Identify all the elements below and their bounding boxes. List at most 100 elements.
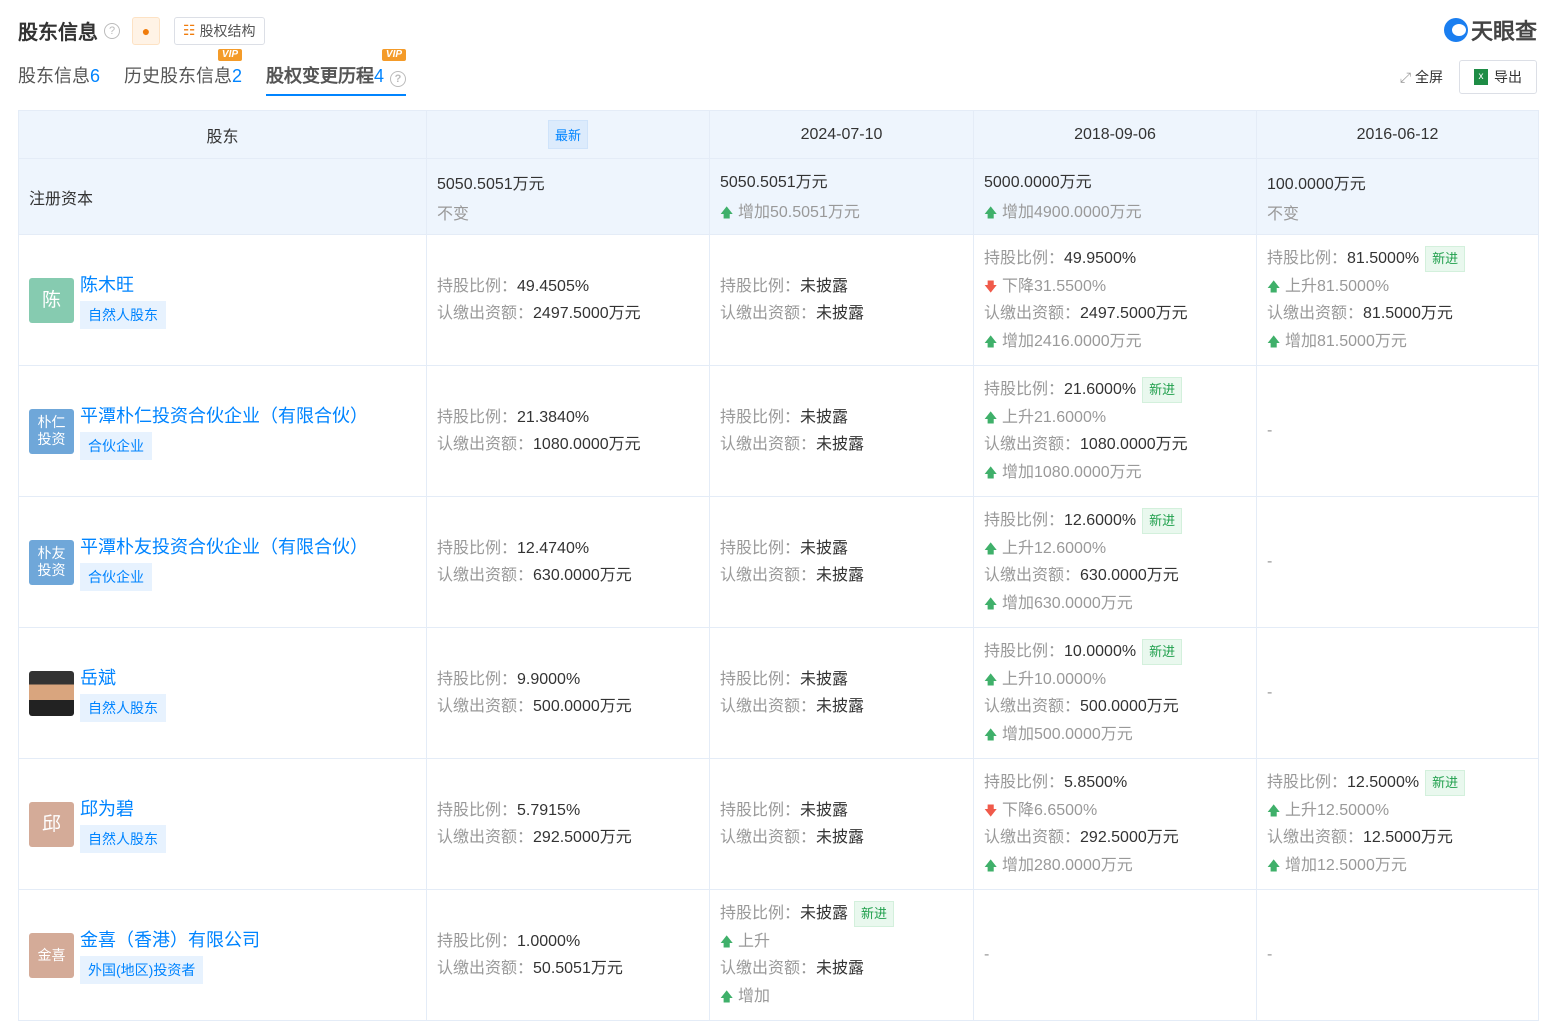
capital-change: 不变 — [1267, 200, 1538, 224]
holding-cell: 持股比例： 12.5000% 新进 🡅 上升12.5000% 认缴出资额： 12.5000万… — [1256, 758, 1539, 890]
holding-ratio: 持股比例： 49.4505% — [437, 273, 709, 301]
tab-1[interactable]: 历史股东信息2 VIP — [124, 49, 243, 96]
holding-cell: 持股比例： 未披露 认缴出资额： 未披露 — [709, 627, 974, 759]
change-text: 上升12.6000% — [1002, 539, 1107, 557]
holding-ratio: 持股比例： 12.6000% 新进 — [984, 507, 1256, 535]
field-value: 5.8500% — [1064, 774, 1128, 791]
holding-amount: 认缴出资额： 500.0000万元 — [984, 693, 1256, 721]
holding-amount: 认缴出资额： 1080.0000万元 — [984, 431, 1256, 459]
empty-value: - — [1267, 946, 1273, 963]
shareholder-info: 平潭朴仁投资合伙企业（有限合伙） 合伙企业 — [80, 402, 368, 460]
tab-label: 股权变更历程 — [266, 66, 375, 86]
capital-cell: 5050.5051万元 不变 — [426, 158, 710, 235]
holding-ratio: 持股比例： 未披露 — [720, 797, 973, 825]
vip-badge: VIP — [217, 49, 243, 61]
arrow-up-icon: 🡅 — [720, 204, 734, 220]
holding-cell: 持股比例： 49.9500% 🡇 下降31.5500% 认缴出资额： 2497.5000万… — [973, 234, 1257, 366]
tab-2[interactable]: 股权变更历程4 VIP? — [266, 49, 407, 96]
change-line: 🡇 下降31.5500% — [984, 273, 1256, 301]
empty-value: - — [1267, 553, 1273, 570]
shareholder-name-link[interactable]: 陈木旺 — [80, 271, 166, 297]
arrow-down-icon: 🡇 — [984, 278, 998, 294]
avatar: 邱 — [29, 801, 74, 847]
capital-cell: 5000.0000万元 🡅 增加4900.0000万元 — [973, 158, 1257, 235]
new-entry-badge: 新进 — [1142, 507, 1183, 534]
field-value: 9.9000% — [517, 670, 581, 688]
holding-amount: 认缴出资额： 未披露 — [720, 824, 973, 852]
change-line: 🡅 上升12.5000% — [1267, 797, 1538, 825]
holding-cell: - — [1256, 889, 1539, 1021]
tab-count: 2 — [232, 66, 243, 86]
shareholder-name-link[interactable]: 金喜（香港）有限公司 — [80, 926, 260, 952]
holding-amount: 认缴出资额： 630.0000万元 — [437, 562, 709, 590]
field-label: 认缴出资额： — [720, 305, 817, 322]
fullscreen-button[interactable]: ⤢ 全屏 — [1400, 67, 1443, 87]
holding-cell: - — [1256, 365, 1539, 497]
capital-change: 🡅 增加50.5051万元 — [720, 198, 973, 226]
shareholder: 朴仁投资 平潭朴仁投资合伙企业（有限合伙） 合伙企业 — [29, 402, 426, 460]
header-latest: 最新 — [426, 110, 710, 159]
holding-cell: 持股比例： 49.4505% 认缴出资额： 2497.5000万元 — [426, 234, 710, 366]
arrow-up-icon: 🡅 — [720, 933, 734, 949]
field-label: 持股比例： — [1267, 250, 1348, 267]
arrow-up-icon: 🡅 — [984, 204, 998, 220]
field-label: 认缴出资额： — [437, 960, 534, 977]
registered-capital-row: 注册资本 5050.5051万元 不变 5050.5051万元 🡅 增加50.5051万… — [18, 158, 1539, 235]
holding-amount: 认缴出资额： 未披露 — [720, 562, 973, 590]
field-value: 未披露 — [800, 670, 849, 688]
new-entry-badge: 新进 — [1425, 245, 1466, 272]
latest-badge: 最新 — [547, 120, 588, 149]
field-value: 12.4740% — [517, 539, 590, 557]
arrow-up-icon: 🡅 — [984, 857, 998, 873]
holding-ratio: 持股比例： 未披露 — [720, 666, 973, 694]
shareholder-info: 岳斌 自然人股东 — [80, 664, 166, 722]
field-label: 持股比例： — [720, 408, 801, 426]
tab-label: 股东信息 — [18, 66, 90, 86]
field-value: 49.9500% — [1064, 250, 1137, 267]
field-label: 持股比例： — [720, 670, 801, 688]
field-label: 认缴出资额： — [1267, 829, 1364, 846]
section-title: 股东信息 — [18, 22, 98, 44]
brand-logo: 天眼查 — [1443, 14, 1537, 46]
shareholder-cell: 朴仁投资 平潭朴仁投资合伙企业（有限合伙） 合伙企业 — [18, 365, 427, 497]
holding-ratio: 持股比例： 5.7915% — [437, 797, 709, 825]
holding-cell: 持股比例： 5.7915% 认缴出资额： 292.5000万元 — [426, 758, 710, 890]
shareholder-name-link[interactable]: 平潭朴仁投资合伙企业（有限合伙） — [80, 402, 368, 428]
bell-icon[interactable]: ● — [132, 16, 160, 45]
change-text: 上升81.5000% — [1285, 277, 1390, 295]
field-label: 认缴出资额： — [720, 436, 817, 453]
change-line: 🡅 上升10.0000% — [984, 666, 1256, 694]
table-row: 邱邱为碧 自然人股东 持股比例： 5.7915% 认缴出资额： 292.5000万元 持股比… — [18, 758, 1539, 890]
shareholder-name-link[interactable]: 邱为碧 — [80, 795, 166, 821]
export-button[interactable]: x 导出 — [1459, 60, 1537, 94]
help-icon[interactable]: ? — [390, 71, 407, 87]
field-value: 未披露 — [800, 277, 849, 295]
holding-amount: 认缴出资额： 292.5000万元 — [437, 824, 709, 852]
field-label: 认缴出资额： — [984, 567, 1081, 584]
field-value: 500.0000万元 — [533, 698, 632, 715]
equity-structure-label: 股权结构 — [199, 22, 256, 39]
field-value: 12.5000% — [1347, 774, 1420, 791]
tab-count: 6 — [90, 66, 101, 86]
shareholder-cell: 岳斌 自然人股东 — [18, 627, 427, 759]
equity-structure-button[interactable]: ☷ 股权结构 — [174, 16, 265, 45]
capital-cell: 5050.5051万元 🡅 增加50.5051万元 — [709, 158, 974, 235]
table-row: 朴友投资 平潭朴友投资合伙企业（有限合伙） 合伙企业 持股比例： 12.4740% 认缴出… — [18, 496, 1539, 628]
change-line: 🡅 增加2416.0000万元 — [984, 328, 1256, 356]
holding-cell: 持股比例： 21.3840% 认缴出资额： 1080.0000万元 — [426, 365, 710, 497]
change-line: 🡅 增加1080.0000万元 — [984, 459, 1256, 487]
tab-0[interactable]: 股东信息6 — [18, 62, 100, 96]
change-text: 上升 — [738, 932, 771, 950]
shareholder-name-link[interactable]: 岳斌 — [80, 664, 166, 690]
field-value: 未披露 — [800, 539, 849, 557]
field-label: 持股比例： — [720, 905, 801, 922]
change-line: 🡇 下降6.6500% — [984, 797, 1256, 825]
holding-ratio: 持股比例： 10.0000% 新进 — [984, 638, 1256, 666]
change-line: 🡅 增加500.0000万元 — [984, 721, 1256, 749]
shareholder-name-link[interactable]: 平潭朴友投资合伙企业（有限合伙） — [80, 533, 368, 559]
field-label: 认缴出资额： — [984, 698, 1081, 715]
field-label: 持股比例： — [720, 801, 801, 819]
help-icon[interactable]: ? — [104, 22, 120, 39]
tab-bar: 股东信息6 历史股东信息2 VIP 股权变更历程4 VIP? — [18, 49, 407, 96]
tab-count: 4 — [374, 66, 385, 86]
